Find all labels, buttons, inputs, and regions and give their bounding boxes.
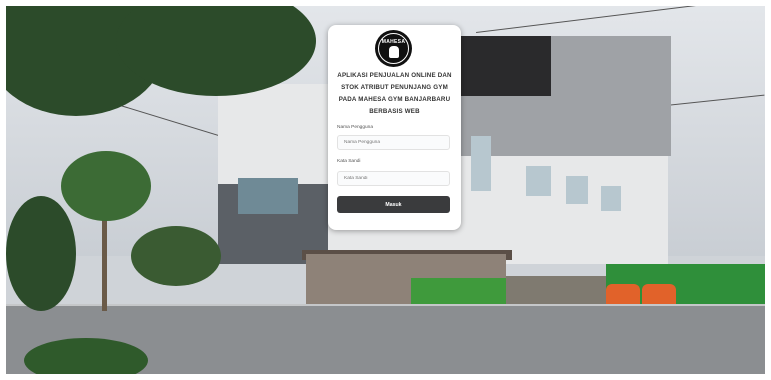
building-dark-panel xyxy=(461,36,551,96)
tree xyxy=(6,196,76,311)
app-title-line: BERBASIS WEB xyxy=(369,108,420,115)
app-title: APLIKASI PENJUALAN ONLINE DAN STOK ATRIB… xyxy=(334,70,455,118)
app-title-line: STOK ATRIBUT PENUNJANG GYM xyxy=(341,84,448,91)
username-input[interactable] xyxy=(337,135,450,150)
app-title-line: PADA MAHESA GYM BANJARBARU xyxy=(338,96,451,103)
login-card: MAHESA APLIKASI PENJUALAN ONLINE DAN STO… xyxy=(328,25,461,230)
login-button[interactable]: Masuk xyxy=(337,196,450,213)
app-title-line: APLIKASI PENJUALAN ONLINE DAN xyxy=(337,72,452,79)
building-window xyxy=(471,136,491,191)
logo-ring: MAHESA xyxy=(378,33,409,64)
logo-text: MAHESA xyxy=(381,38,406,45)
building-window xyxy=(526,166,551,196)
logo-figure xyxy=(388,45,399,58)
tree xyxy=(131,226,221,286)
palm-tree xyxy=(61,151,151,221)
password-label: Kata Sandi xyxy=(337,159,361,164)
username-label: Nama Pengguna xyxy=(337,125,374,130)
mahesa-gym-logo-icon: MAHESA xyxy=(375,30,412,67)
building-window xyxy=(238,178,298,214)
building-window xyxy=(601,186,621,211)
building-window xyxy=(566,176,588,204)
password-input[interactable] xyxy=(337,171,450,186)
